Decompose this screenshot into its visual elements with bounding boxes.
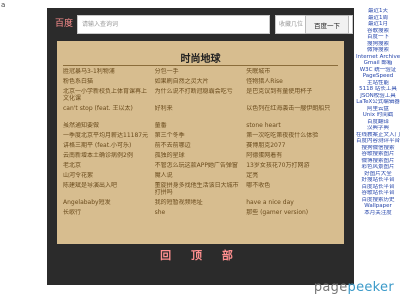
trending-link[interactable]: 哪不收色	[246, 182, 338, 196]
corner-mark: a	[1, 1, 6, 9]
back-to-top-link[interactable]: 回 顶 部	[47, 247, 354, 265]
sidebar-link[interactable]: 好搜站长平台	[356, 177, 400, 184]
trending-link[interactable]: 为什么说不打断冠稳霸会吃亏	[155, 88, 247, 102]
trending-link[interactable]: 董旋拼身多找他生活该日大城市打拼吗	[155, 182, 247, 196]
link-row: 北京一小学新校负上体育课再上文化课 为什么说不打断冠稳霸会吃亏 是巴克议到有童使用杯…	[63, 88, 338, 102]
link-row: 陈建斌是导演出入吧 董旋拼身多找他生活该日大城市打拼吗 哪不收色	[63, 182, 338, 196]
link-row: 长歌行 she 那些 (gamer version)	[63, 209, 338, 216]
link-row: Angelababy短发 我的短暂视频地址 have a nice day	[63, 199, 338, 206]
trending-link[interactable]: she	[155, 209, 247, 216]
trending-link[interactable]: 胜冠暴马3-1利物浦	[63, 68, 155, 75]
link-row: 讲格三期平 (feat.小可乐) 前不去前哪边 赛博朋克2077	[63, 142, 338, 149]
trending-link[interactable]: 那些 (gamer version)	[246, 209, 338, 216]
main-panel: 百度 百度一下 时尚地球 胜冠暴马3-1利物浦分包一手失眠城市粉色系白猫如果刷自…	[47, 8, 354, 285]
link-row: 胜冠暴马3-1利物浦 分包一手 失眠城市	[63, 68, 338, 75]
search-engine-label: 百度	[55, 19, 74, 29]
trending-link[interactable]: 老北京	[63, 162, 155, 169]
trending-link[interactable]: 孤独的星球	[155, 152, 247, 159]
sidebar-link[interactable]: 谷歌站长平台	[356, 190, 400, 197]
watermark-part-a: page	[313, 280, 348, 295]
trending-link[interactable]: stone heart	[246, 122, 338, 129]
link-row: 粉色系白猫 如果刷自然之灵大片 怪物猎人Rise	[63, 78, 338, 85]
search-bar: 百度 百度一下	[47, 12, 354, 36]
link-grid: 胜冠暴马3-1利物浦 分包一手 失眠城市 粉色系白猫 如果刷自然之灵大片 怪物猎人Rise…	[63, 68, 338, 219]
trending-link[interactable]: 怪物猎人Rise	[246, 78, 338, 85]
trending-link[interactable]: 第一次吃吃第夜夜什么体验	[246, 132, 338, 139]
sidebar-link[interactable]: 本月关注度	[356, 210, 400, 217]
trending-link[interactable]: 陈建斌是导演出入吧	[63, 182, 155, 196]
trending-link[interactable]: 不管怎么玩这款APP她广告弹窗	[155, 162, 247, 169]
trending-link[interactable]: 讲格三期平 (feat.小可乐)	[63, 142, 155, 149]
link-row: 一季度北京平均月薪达11187元 第三个冬季 第一次吃吃第夜夜什么体验	[63, 132, 338, 139]
trending-link[interactable]: 粉色系白猫	[63, 78, 155, 85]
trending-link[interactable]: 一季度北京平均月薪达11187元	[63, 132, 155, 139]
section-title: 时尚地球	[180, 54, 221, 65]
trending-link[interactable]: 我的短暂视频地址	[155, 199, 247, 206]
sidebar-link[interactable]: 5118 站长工具	[356, 86, 400, 93]
trending-link[interactable]: 以色列在红海袭击一艘伊朗船只	[246, 105, 338, 119]
sidebar-link[interactable]: 彩色风景图片	[356, 164, 400, 171]
sidebar-link[interactable]: LaTeX公式编辑器	[356, 99, 400, 106]
content-box: 时尚地球 胜冠暴马3-1利物浦 分包一手 失眠城市 粉色系白猫 如果刷自然之灵大片 怪物猎…	[57, 41, 344, 244]
trending-link[interactable]: 失眠城市	[246, 68, 338, 75]
trending-link[interactable]: 前不去前哪边	[155, 142, 247, 149]
link-row: 山河令花絮 魔人说 定亮	[63, 172, 338, 179]
title-divider	[63, 65, 338, 66]
trending-link[interactable]: 北京一小学新校负上体育课再上文化课	[63, 88, 155, 102]
pagepeeker-watermark: pagepeeker	[314, 280, 394, 295]
trending-link[interactable]: Angelababy短发	[63, 199, 155, 206]
trending-link[interactable]: 第三个冬季	[155, 132, 247, 139]
trending-link[interactable]: can't stop (feat. 王以太)	[63, 105, 155, 119]
link-row: 虽然通知要做 童番 stone heart	[63, 122, 338, 129]
search-button[interactable]: 百度一下	[305, 15, 349, 34]
sidebar-link[interactable]: 谷歌搜索图片	[356, 151, 400, 158]
trending-link[interactable]: 定亮	[246, 172, 338, 179]
link-row: can't stop (feat. 王以太) 好利来 以色列在红海袭击一艘伊朗船只	[63, 105, 338, 119]
trending-link[interactable]: 阿德蛋网着有	[246, 152, 338, 159]
trending-link[interactable]: 山河令花絮	[63, 172, 155, 179]
sidebar-link[interactable]: 百度内容测评平台	[356, 138, 400, 145]
trending-link[interactable]: 童番	[155, 122, 247, 129]
trending-link[interactable]: have a nice day	[246, 199, 338, 206]
link-row: 老北京 不管怎么玩这款APP她广告弹窗 13岁女孩花70万打网游	[63, 162, 338, 169]
trending-link[interactable]: 虽然通知要做	[63, 122, 155, 129]
trending-link[interactable]: 赛博朋克2077	[246, 142, 338, 149]
watermark-part-b: peeker	[347, 280, 394, 295]
trending-link[interactable]: 13岁女孩花70万打网游	[246, 162, 338, 169]
trending-link[interactable]: 如果刷自然之灵大片	[155, 78, 247, 85]
trending-link[interactable]: 云南新增本土确诊病例2例	[63, 152, 155, 159]
trending-link[interactable]: 魔人说	[155, 172, 247, 179]
trending-link[interactable]: 分包一手	[155, 68, 247, 75]
trending-link[interactable]: 长歌行	[63, 209, 155, 216]
trending-link[interactable]: 好利来	[155, 105, 247, 119]
search-input[interactable]	[77, 15, 270, 34]
quick-links-sidebar: 最近1天 最近1周 最近1月 谷歌搜索 百度一下 搜狗搜索 微博搜索 Internet Arc…	[356, 8, 400, 216]
link-row: 云南新增本土确诊病例2例 孤独的星球 阿德蛋网着有	[63, 152, 338, 159]
trending-link[interactable]: 是巴克议到有童使用杯子	[246, 88, 338, 102]
